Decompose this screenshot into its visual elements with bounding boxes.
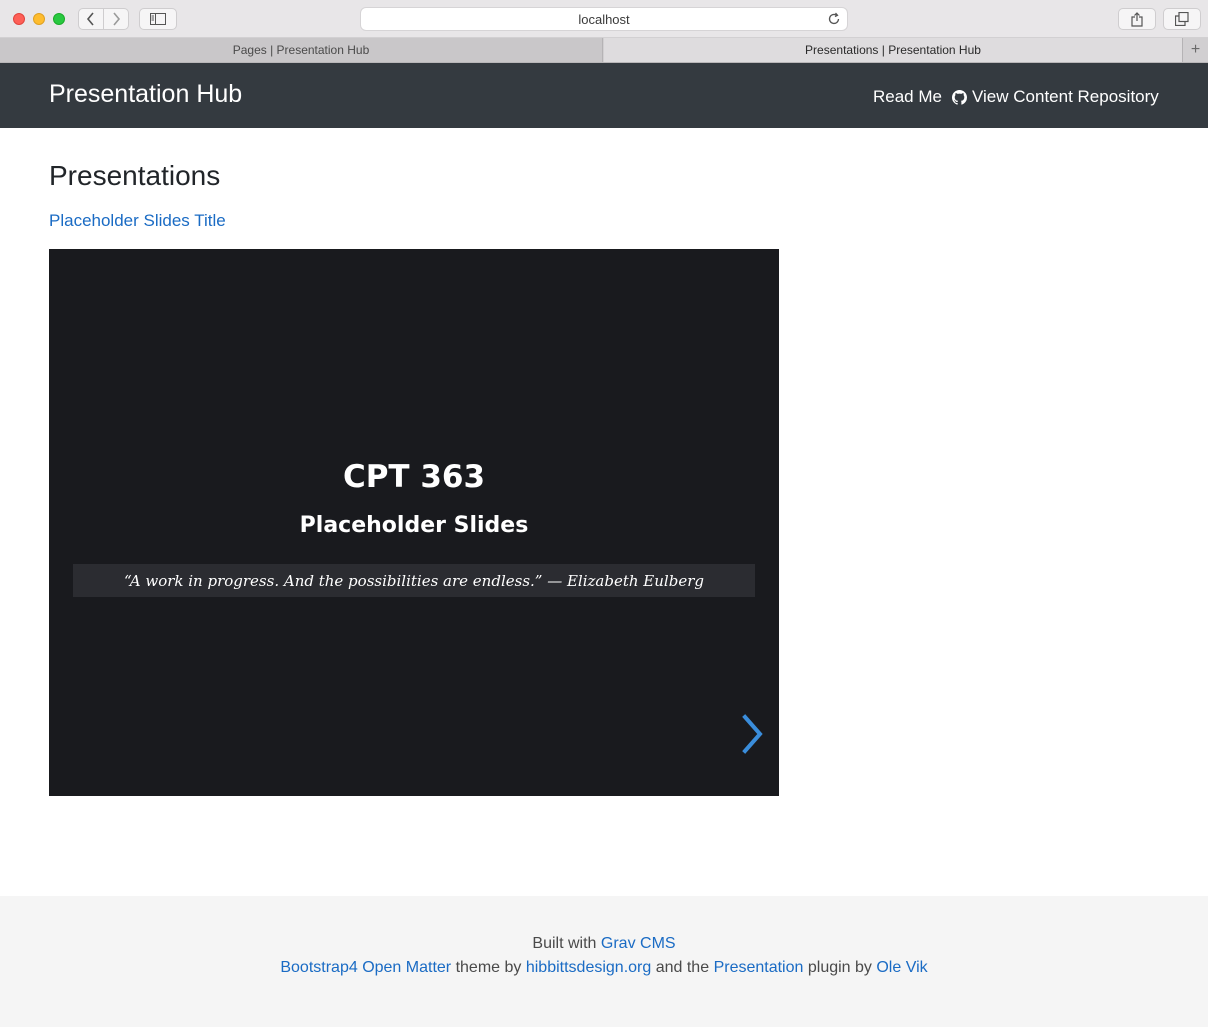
site-footer: Built with Grav CMS Bootstrap4 Open Matt…: [0, 896, 1208, 1027]
nav-repo-label: View Content Repository: [972, 87, 1159, 106]
site-brand[interactable]: Presentation Hub: [49, 80, 242, 109]
chevron-right-icon: [113, 12, 121, 26]
address-bar[interactable]: localhost: [360, 7, 848, 31]
back-button[interactable]: [78, 8, 104, 30]
presentation-slide-viewer[interactable]: CPT 363 Placeholder Slides “A work in pr…: [49, 249, 779, 796]
slide-subtitle: Placeholder Slides: [299, 513, 529, 538]
share-button[interactable]: [1118, 8, 1156, 30]
new-tab-button[interactable]: +: [1182, 38, 1208, 62]
next-slide-arrow-icon[interactable]: [737, 712, 767, 756]
plus-icon: +: [1190, 41, 1201, 58]
tab-pages[interactable]: Pages | Presentation Hub: [0, 38, 603, 62]
tab-overview-button[interactable]: [1163, 8, 1201, 30]
sidebar-icon: [150, 13, 166, 25]
footer-built-with: Built with Grav CMS: [0, 935, 1208, 953]
footer-text: theme by: [455, 959, 522, 976]
footer-text: plugin by: [807, 959, 872, 976]
slide-quote: “A work in progress. And the possibiliti…: [73, 564, 755, 597]
tab-presentations[interactable]: Presentations | Presentation Hub: [604, 38, 1182, 62]
reload-icon[interactable]: [827, 12, 841, 26]
tabs-overview-icon: [1175, 12, 1189, 26]
footer-text: Built with: [532, 935, 597, 952]
window-minimize-button[interactable]: [33, 13, 45, 25]
sidebar-toggle-button[interactable]: [139, 8, 177, 30]
theme-link[interactable]: Bootstrap4 Open Matter: [280, 959, 451, 976]
share-icon: [1131, 11, 1143, 27]
github-icon: [952, 89, 967, 105]
footer-credits: Bootstrap4 Open Matter theme by hibbitts…: [0, 959, 1208, 977]
browser-toolbar: localhost: [0, 0, 1208, 38]
hibbittsdesign-link[interactable]: hibbittsdesign.org: [526, 959, 651, 976]
presentation-link[interactable]: Placeholder Slides Title: [49, 211, 226, 231]
nav-view-content-repository[interactable]: View Content Repository: [952, 87, 1159, 107]
tab-label: Pages | Presentation Hub: [232, 43, 370, 57]
browser-tab-bar: Pages | Presentation Hub Presentations |…: [0, 38, 1208, 63]
ole-vik-link[interactable]: Ole Vik: [876, 959, 927, 976]
tab-label: Presentations | Presentation Hub: [805, 43, 981, 57]
footer-text: and the: [655, 959, 710, 976]
window-zoom-button[interactable]: [53, 13, 65, 25]
address-text: localhost: [578, 11, 630, 27]
chevron-left-icon: [86, 12, 94, 26]
site-navbar: Presentation Hub Read Me View Content Re…: [0, 63, 1208, 128]
page-title: Presentations: [49, 160, 221, 191]
window-close-button[interactable]: [13, 13, 25, 25]
slide-quote-text: “A work in progress. And the possibiliti…: [124, 571, 704, 590]
nav-read-me[interactable]: Read Me: [873, 87, 942, 107]
presentation-plugin-link[interactable]: Presentation: [714, 959, 804, 976]
forward-button[interactable]: [103, 8, 129, 30]
grav-cms-link[interactable]: Grav CMS: [601, 935, 676, 952]
slide-title: CPT 363: [342, 459, 486, 495]
